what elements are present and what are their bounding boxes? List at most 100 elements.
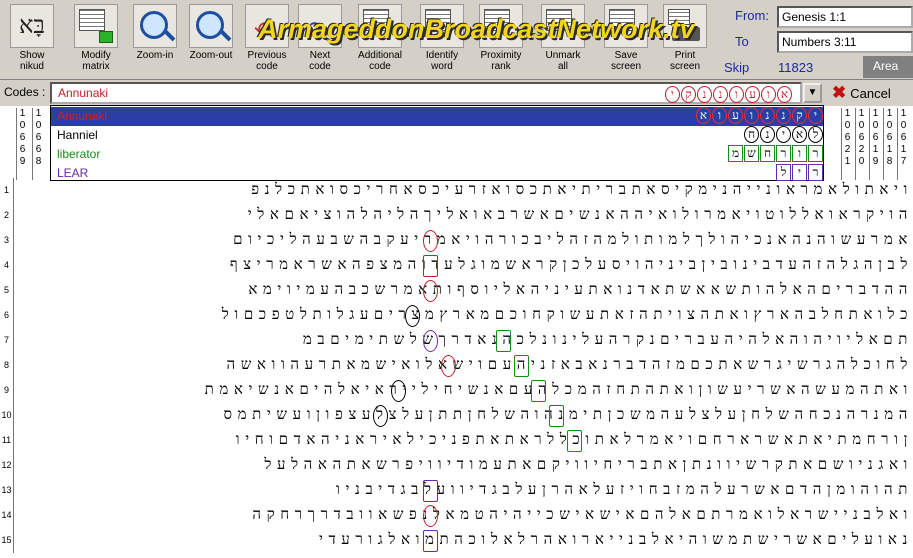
codes-value: Annunaki <box>58 86 109 100</box>
code-mark <box>423 530 438 552</box>
row-number: 7 <box>0 328 14 353</box>
row-letters[interactable]: אמרעשוהנהאנכיהולךלמותולמהזהליבכורהויאמרי… <box>16 230 913 249</box>
codes-hebrew-letter: נ <box>713 86 728 103</box>
matrix-row: 14 ואלבניישראלואמרתםאלהםאישאישכייהיהטמאלנ… <box>0 503 913 528</box>
dropdown-hebrew-letter: י <box>776 126 791 143</box>
matrix-row: 15 נאועליםאשרישתמשוהיאלבנייארואהרלאלוכהתמ… <box>0 528 913 553</box>
code-mark <box>423 280 438 302</box>
chevron-down-icon: ▼ <box>807 87 818 98</box>
row-letters[interactable]: ואתהמעשהאשריעשוןואתהתחזהמכלהעםאנשיחילייר… <box>16 380 913 399</box>
matrix-row: 11 ןורחמתיאתאשרארחםויאמרלאתוכללראתאתפניכי… <box>0 428 913 453</box>
matrix-row: 2 הויקראואללוטויאמרולואיההאנשיםאשרבאואליך… <box>0 203 913 228</box>
row-letters[interactable]: המנרהנכחהשלחןעלצלעהמשכןתימנהוהשלחןתתןעלצ… <box>16 405 913 424</box>
dropdown-item-label: Hanniel <box>57 128 98 142</box>
column-header: 10621 <box>841 108 853 180</box>
dropdown-hebrew-letter: ק <box>792 107 807 124</box>
codes-combo-input[interactable]: Annunaki אועוננקי <box>50 82 802 104</box>
dropdown-item-hanniel[interactable]: Hanniel חניאל <box>51 126 823 145</box>
modify-matrix-button[interactable]: Modify matrix <box>66 2 126 78</box>
code-mark <box>567 430 582 452</box>
proximity-rank-label: Proximity rank <box>480 50 522 72</box>
save-screen-label: Save screen <box>610 50 641 72</box>
codes-hebrew-term: אועוננקי <box>664 84 792 103</box>
row-number: 11 <box>0 428 14 453</box>
zoom-in-icon <box>133 4 177 48</box>
dropdown-hebrew-letter: ר <box>808 164 823 181</box>
column-header: 10617 <box>897 108 909 180</box>
row-letters[interactable]: ואגניושםאתקרשיוונתןאתבריחיוויקםאתעמודיוו… <box>16 455 913 474</box>
dropdown-item-hebrew: אועוננקי <box>695 107 823 124</box>
dropdown-hebrew-letter: י <box>792 164 807 181</box>
dropdown-item-hebrew: ליר <box>775 164 823 181</box>
matrix-row: 4 לבןהגלהזהעדבינוביןביניהויסעלכןקראשמוגלע… <box>0 253 913 278</box>
dropdown-item-lear[interactable]: LEAR ליר <box>51 164 823 183</box>
zoom-out-button[interactable]: Zoom-out <box>184 2 238 78</box>
matrix-row: 7 תםאליויהוהאלהיהעבריםנקרהעלינונלכהנאדרךש… <box>0 328 913 353</box>
dropdown-item-hebrew: חניאל <box>743 126 823 143</box>
skip-label: Skip <box>724 60 750 75</box>
next-code-label: Next code <box>309 50 331 72</box>
area-button[interactable]: Area <box>863 56 913 78</box>
code-mark <box>423 330 438 352</box>
zoom-out-label: Zoom-out <box>189 50 233 61</box>
row-letters[interactable]: לבןהגלהזהעדבינוביןביניהויסעלכןקראשמוגלעד… <box>16 255 913 274</box>
column-header: 10618 <box>883 108 895 180</box>
row-letters[interactable]: ואלבניישראלואמרתםאלהםאישאישכייהיהטמאלנפש… <box>16 505 913 524</box>
to-field[interactable]: Numbers 3:11 <box>777 31 913 53</box>
code-mark <box>391 380 406 402</box>
nikud-icon: בָּא <box>10 4 54 48</box>
codes-dropdown-button[interactable]: ▼ <box>803 83 822 103</box>
zoom-out-icon <box>189 4 233 48</box>
row-letters[interactable]: תהוהומןהדםאשרעלהמזבחויזעלאהרןעלבגדיוועלב… <box>16 480 913 499</box>
dropdown-hebrew-letter: ל <box>808 126 823 143</box>
dropdown-item-liberator[interactable]: liberator משחרור <box>51 145 823 164</box>
matrix-row: 8 לחוכלהגרשיגרשאתכםמזהדברנאבאזניהעםוישאלו… <box>0 353 913 378</box>
dropdown-hebrew-letter: א <box>696 107 711 124</box>
matrix-row: 9 ואתהמעשהאשריעשוןואתהתחזהמכלהעםאנשיחיליי… <box>0 378 913 403</box>
dropdown-item-annunaki[interactable]: Annunaki אועוננקי <box>51 107 823 126</box>
dropdown-hebrew-letter: ש <box>744 145 759 162</box>
dropdown-hebrew-letter: ו <box>792 145 807 162</box>
code-mark <box>405 305 420 327</box>
cancel-button[interactable]: ✖ Cancel <box>832 83 912 103</box>
row-letters[interactable]: הויקראואללוטויאמרולואיההאנשיםאשרבאואליךה… <box>16 205 913 224</box>
code-mark <box>531 380 546 402</box>
dropdown-hebrew-letter: ח <box>744 126 759 143</box>
show-nikud-label: Show nikud <box>19 50 45 72</box>
code-mark <box>423 230 438 252</box>
column-header: 10669 <box>16 108 28 180</box>
row-letters[interactable]: תםאליויהוהאלהיהעבריםנקרהעלינונלכהנאדרךשל… <box>16 330 913 349</box>
code-mark <box>423 505 438 527</box>
zoom-in-button[interactable]: Zoom-in <box>128 2 182 78</box>
matrix-row: 5 ההדבריםהאלהותשאאשתאדנואתעיניהאליוסףותאמ… <box>0 278 913 303</box>
show-nikud-button[interactable]: בָּא Show nikud <box>2 2 62 78</box>
zoom-in-label: Zoom-in <box>136 50 174 61</box>
previous-code-label: Previous code <box>247 50 287 72</box>
row-letters[interactable]: לחוכלהגרשיגרשאתכםמזהדברנאבאזניהעםוישאלוא… <box>16 355 913 374</box>
codes-label: Codes : <box>4 85 46 99</box>
from-field[interactable]: Genesis 1:1 <box>777 6 913 28</box>
matrix-row: 3 אמרעשוהנהאנכיהולךלמותולמהזהליבכורהויאמר… <box>0 228 913 253</box>
row-letters[interactable]: ההדבריםהאלהותשאאשתאדנואתעיניהאליוסףותאמר… <box>16 280 913 299</box>
dropdown-hebrew-letter: ר <box>808 145 823 162</box>
code-mark <box>441 355 456 377</box>
row-number: 2 <box>0 203 14 228</box>
row-number: 4 <box>0 253 14 278</box>
modify-matrix-label: Modify matrix <box>81 50 111 72</box>
codes-hebrew-letter: נ <box>697 86 712 103</box>
dropdown-hebrew-letter: י <box>808 107 823 124</box>
row-letters[interactable]: ןורחמתיאתאשרארחםויאמרלאתוכללראתאתפניכילא… <box>16 430 913 449</box>
skip-value: 11823 <box>778 60 814 75</box>
dropdown-hebrew-letter: ר <box>776 145 791 162</box>
code-mark <box>373 405 388 427</box>
modify-matrix-icon <box>74 4 118 48</box>
dropdown-hebrew-letter: ל <box>776 164 791 181</box>
from-label: From: <box>735 8 769 23</box>
row-letters[interactable]: נאועליםאשרישתמשוהיאלבנייארואהרלאלוכהתמוא… <box>16 530 913 549</box>
codes-dropdown-list: Annunaki אועוננקי Hanniel חניאל liberato… <box>50 105 824 181</box>
row-number: 10 <box>0 403 14 428</box>
dropdown-hebrew-letter: א <box>792 126 807 143</box>
row-letters[interactable]: כלואתחלבהארץואתהצויתהזאתעשוקחוכםמארץמצרי… <box>16 305 913 324</box>
dropdown-hebrew-letter: נ <box>760 107 775 124</box>
unmark-all-label: Unmark all <box>545 50 581 72</box>
